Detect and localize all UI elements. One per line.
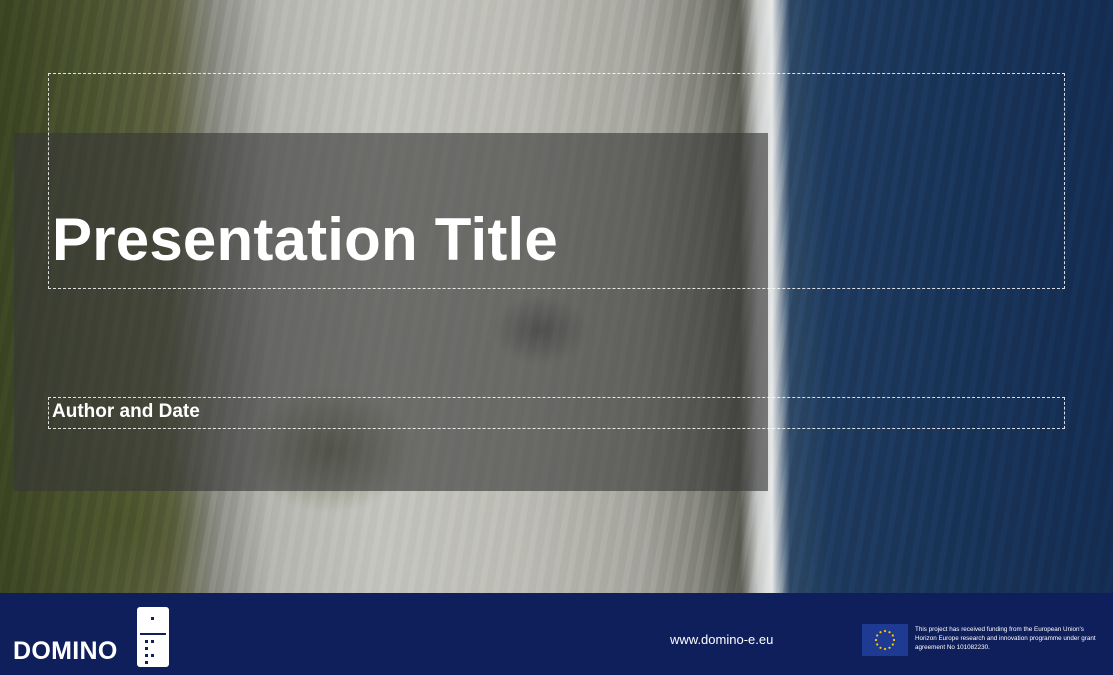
- slide: Presentation Title Author and Date DOMIN…: [0, 0, 1113, 675]
- website-link[interactable]: www.domino-e.eu: [670, 632, 773, 647]
- presentation-title[interactable]: Presentation Title: [52, 210, 558, 270]
- domino-logo: DOMINO: [13, 607, 183, 669]
- eu-flag-icon: [862, 624, 908, 656]
- author-and-date[interactable]: Author and Date: [52, 401, 200, 423]
- funding-notice: This project has received funding from t…: [915, 626, 1096, 651]
- subtitle-placeholder-box[interactable]: [48, 397, 1065, 429]
- domino-tile-icon: [137, 607, 169, 667]
- logo-wordmark: DOMINO: [13, 637, 118, 665]
